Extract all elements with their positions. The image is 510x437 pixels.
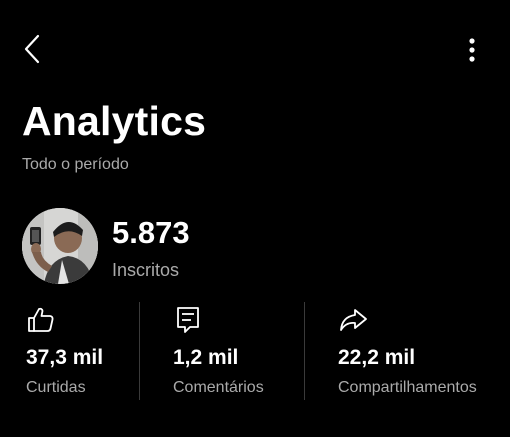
subscriber-count: 5.873	[112, 215, 190, 250]
stat-divider	[139, 302, 140, 400]
likes-label: Curtidas	[26, 379, 86, 396]
stat-likes[interactable]: 37,3 mil Curtidas	[26, 300, 136, 410]
more-options-button[interactable]	[456, 32, 488, 68]
stat-divider	[304, 302, 305, 400]
subscriber-label: Inscritos	[112, 260, 180, 280]
shares-label: Compartilhamentos	[338, 379, 477, 396]
chevron-left-icon	[24, 34, 40, 64]
stat-comments[interactable]: 1,2 mil Comentários	[173, 300, 293, 410]
avatar-photo	[22, 208, 98, 284]
channel-avatar[interactable]	[22, 208, 98, 284]
share-icon	[340, 309, 367, 331]
comment-icon	[177, 307, 199, 333]
comments-label: Comentários	[173, 379, 264, 396]
stat-shares[interactable]: 22,2 mil Compartilhamentos	[338, 300, 503, 410]
more-vertical-icon	[469, 38, 475, 62]
shares-value: 22,2 mil	[338, 346, 416, 369]
likes-value: 37,3 mil	[26, 346, 104, 369]
thumbs-up-icon	[28, 307, 54, 332]
back-button[interactable]	[14, 30, 50, 68]
stats-row: 37,3 mil Curtidas 1,2 mil Comentários 22…	[0, 300, 510, 410]
comments-value: 1,2 mil	[173, 346, 239, 369]
period-label[interactable]: Todo o período	[22, 155, 129, 175]
page-title: Analytics	[22, 98, 207, 144]
